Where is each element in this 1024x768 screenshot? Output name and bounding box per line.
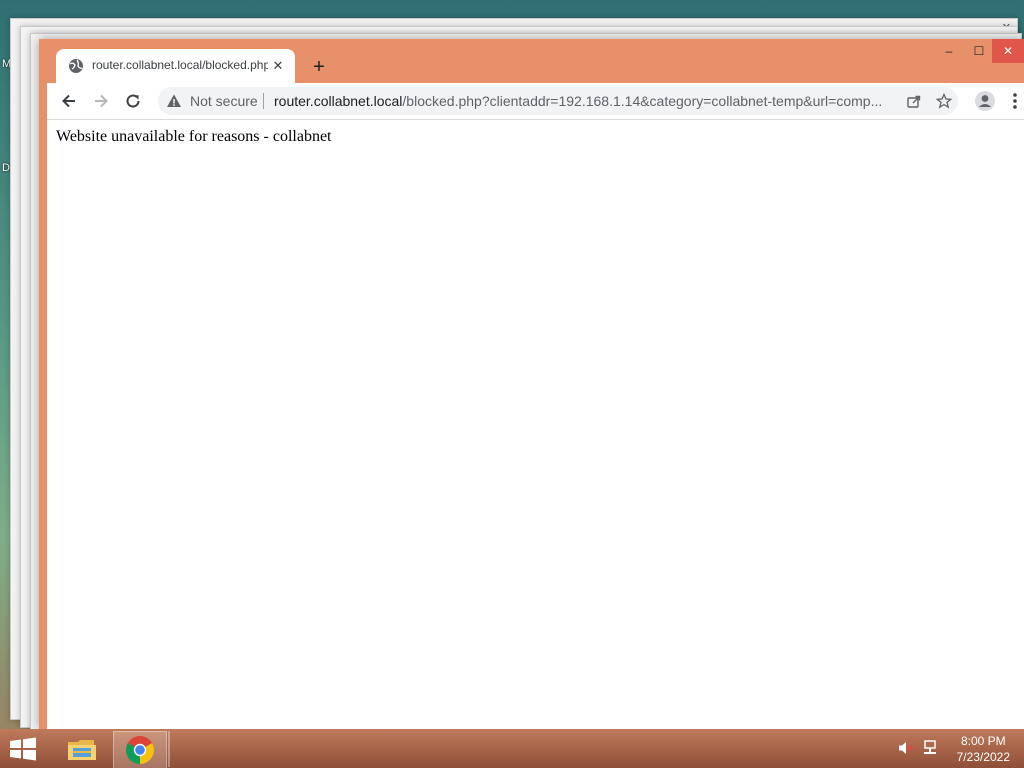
close-window-button[interactable]: ✕ <box>992 39 1024 63</box>
url-text[interactable]: router.collabnet.local/blocked.php?clien… <box>274 93 894 109</box>
clock-time: 8:00 PM <box>960 734 1006 748</box>
title-bar[interactable]: router.collabnet.local/blocked.php ✕ + –… <box>39 39 1024 83</box>
warning-icon[interactable] <box>166 93 182 109</box>
system-clock[interactable]: 8:00 PM 7/23/2022 <box>957 733 1010 765</box>
taskbar: 8:00 PM 7/23/2022 <box>0 729 1024 768</box>
kebab-menu-icon <box>1013 93 1017 109</box>
not-secure-label[interactable]: Not secure <box>190 93 258 109</box>
url-host: router.collabnet.local <box>274 93 403 109</box>
file-explorer-icon <box>68 740 96 760</box>
forward-button[interactable] <box>89 89 113 113</box>
back-button[interactable] <box>57 89 81 113</box>
address-divider <box>263 93 264 109</box>
menu-button[interactable] <box>1003 89 1024 113</box>
share-icon[interactable] <box>904 91 924 111</box>
taskbar-divider <box>168 731 170 767</box>
reload-icon <box>126 94 140 108</box>
desktop: M D ▭✕ router.collabnet.local/blocked.ph… <box>0 0 1024 768</box>
new-tab-button[interactable]: + <box>307 55 331 79</box>
back-arrow-icon <box>62 94 75 108</box>
profile-avatar-icon <box>975 91 995 111</box>
url-path: /blocked.php?clientaddr=192.168.1.14&cat… <box>402 93 883 109</box>
start-button[interactable] <box>6 736 40 762</box>
clock-date: 7/23/2022 <box>956 750 1010 764</box>
taskbar-file-explorer[interactable] <box>56 731 108 767</box>
forward-arrow-icon <box>95 94 108 108</box>
address-bar[interactable]: Not secure router.collabnet.local/blocke… <box>158 87 958 115</box>
tab-title: router.collabnet.local/blocked.php <box>92 58 268 72</box>
tab-close-icon[interactable]: ✕ <box>269 57 287 75</box>
taskbar-chrome[interactable] <box>113 731 167 768</box>
minimize-button[interactable]: – <box>934 39 964 63</box>
page-content: Website unavailable for reasons - collab… <box>47 120 1024 729</box>
desktop-icon-label[interactable]: D <box>2 162 10 174</box>
bookmark-star-icon[interactable] <box>934 91 954 111</box>
network-icon[interactable] <box>921 739 939 757</box>
volume-muted-icon[interactable] <box>897 739 915 757</box>
reload-button[interactable] <box>121 89 145 113</box>
page-body-text: Website unavailable for reasons - collab… <box>56 128 332 145</box>
maximize-button[interactable]: ☐ <box>964 39 994 63</box>
profile-button[interactable] <box>973 89 997 113</box>
globe-icon <box>69 59 83 73</box>
tab-blocked-page[interactable]: router.collabnet.local/blocked.php ✕ <box>56 49 295 83</box>
chrome-window: router.collabnet.local/blocked.php ✕ + –… <box>39 39 1024 729</box>
browser-toolbar: Not secure router.collabnet.local/blocke… <box>47 83 1024 120</box>
chrome-icon <box>126 736 154 764</box>
